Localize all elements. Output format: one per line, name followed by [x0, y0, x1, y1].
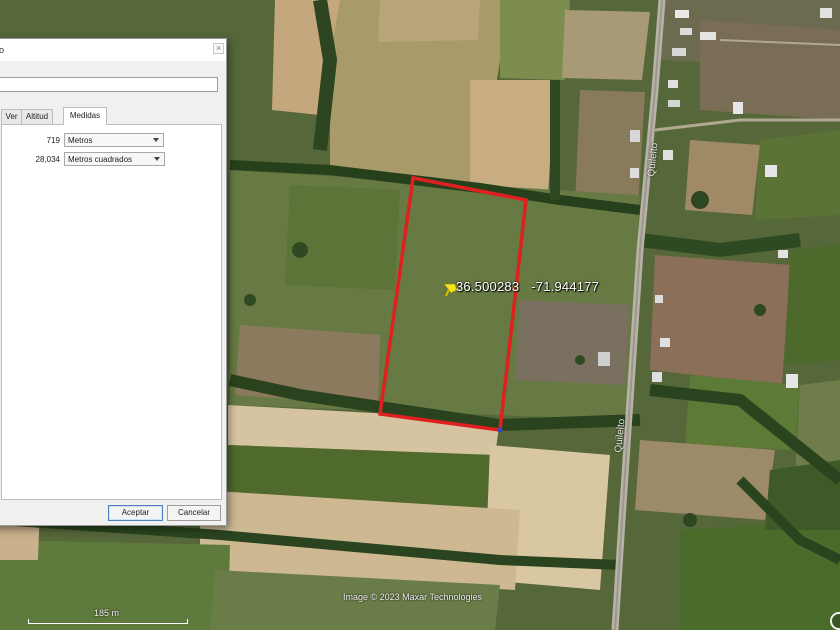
cancel-button[interactable]: Cancelar: [167, 505, 221, 521]
area-row: 28,034 Metros cuadrados: [2, 152, 223, 166]
close-icon[interactable]: ×: [213, 43, 224, 54]
coordinate-longitude: -71.944177: [531, 279, 600, 294]
placemark-coordinates: 36.500283 -71.944177: [456, 279, 599, 294]
tab-bar: Ver Altitud Medidas: [0, 107, 228, 125]
tab-ver[interactable]: Ver: [1, 109, 22, 124]
scale-bar: [28, 619, 188, 624]
imagery-attribution: Image © 2023 Maxar Technologies: [343, 592, 483, 602]
chevron-down-icon: [153, 138, 159, 142]
perimeter-row: 719 Metros: [2, 133, 223, 147]
perimeter-unit-label: Metros: [68, 136, 93, 145]
dialog-titlebar[interactable]: o ×: [0, 39, 226, 61]
accept-button[interactable]: Aceptar: [108, 505, 163, 521]
placemark-name-input[interactable]: [0, 77, 218, 92]
dialog-title: o: [0, 45, 5, 55]
area-unit-label: Metros cuadrados: [68, 155, 133, 164]
properties-dialog: o × Ver Altitud Medidas 719 Metros 28,03…: [0, 38, 227, 526]
area-value: 28,034: [35, 155, 60, 164]
perimeter-value: 719: [46, 136, 60, 145]
chevron-down-icon: [154, 157, 160, 161]
scale-label: 185 m: [94, 608, 120, 618]
tab-altitud[interactable]: Altitud: [21, 109, 53, 124]
coordinate-latitude: 36.500283: [456, 279, 520, 294]
perimeter-unit-select[interactable]: Metros: [64, 133, 164, 147]
measurements-panel: 719 Metros 28,034 Metros cuadrados: [1, 124, 222, 500]
tab-medidas[interactable]: Medidas: [63, 107, 107, 125]
area-unit-select[interactable]: Metros cuadrados: [64, 152, 165, 166]
